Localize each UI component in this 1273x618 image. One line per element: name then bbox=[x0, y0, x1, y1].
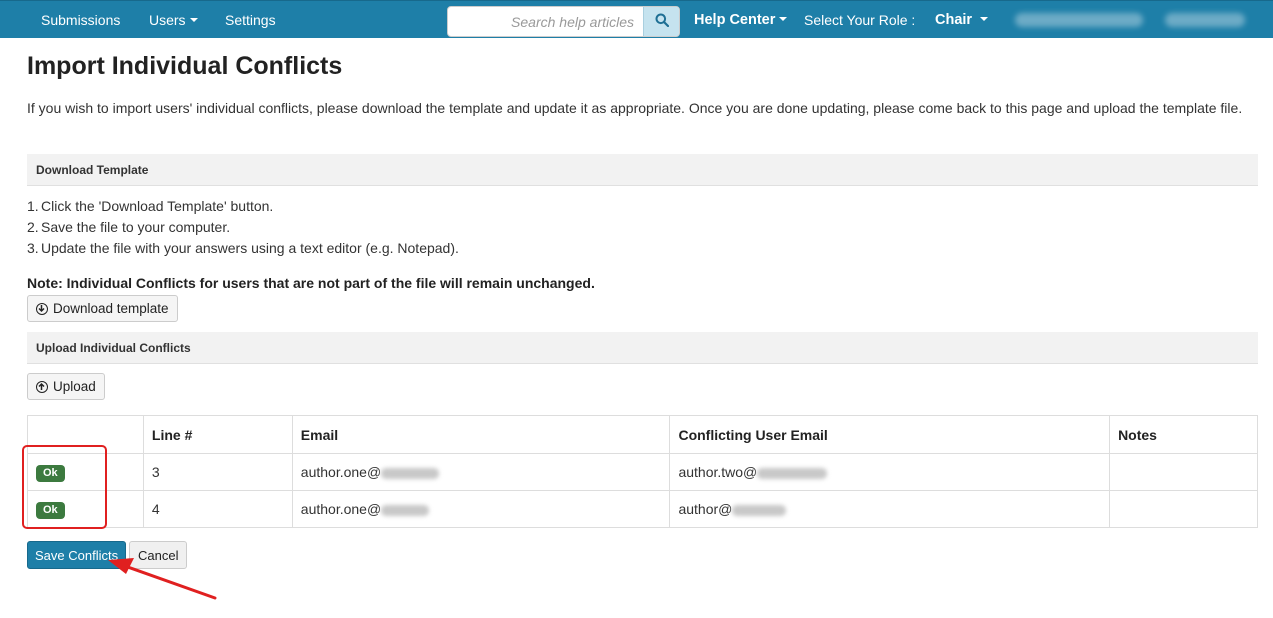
step-item: 1. Click the 'Download Template' button. bbox=[27, 198, 274, 214]
search-input[interactable] bbox=[448, 7, 642, 36]
redacted-domain bbox=[381, 504, 430, 516]
nav-submissions[interactable]: Submissions bbox=[41, 1, 120, 39]
email-cell: author.one@ bbox=[291, 490, 671, 528]
status-highlight-annotation bbox=[22, 445, 107, 529]
download-template-header: Download Template bbox=[27, 154, 1258, 186]
chevron-down-icon bbox=[189, 18, 198, 23]
upload-button[interactable]: Upload bbox=[27, 373, 105, 400]
section-title: Download Template bbox=[36, 163, 149, 177]
search-icon bbox=[655, 13, 670, 30]
user-menu-redacted[interactable] bbox=[1015, 13, 1143, 27]
upload-conflicts-header: Upload Individual Conflicts bbox=[27, 332, 1258, 364]
nav-help-center[interactable]: Help Center bbox=[694, 1, 788, 39]
line-cell: 4 bbox=[142, 490, 293, 528]
line-cell: 3 bbox=[142, 453, 293, 491]
role-dropdown[interactable]: Chair bbox=[935, 1, 989, 39]
nav-settings[interactable]: Settings bbox=[225, 1, 276, 39]
conflicting-email-cell: author@ bbox=[669, 490, 1111, 528]
search-button[interactable] bbox=[643, 7, 679, 36]
nav-users-dropdown[interactable]: Users bbox=[149, 1, 198, 39]
section-title: Upload Individual Conflicts bbox=[36, 341, 191, 355]
top-navbar: Submissions Users Settings Help Center S… bbox=[0, 0, 1273, 38]
step-item: 3. Update the file with your answers usin… bbox=[27, 240, 459, 256]
redacted-domain bbox=[757, 467, 828, 479]
table-header-row: Line # Email Conflicting User Email Note… bbox=[27, 415, 1258, 454]
intro-text: If you wish to import users' individual … bbox=[27, 100, 1243, 116]
column-header: Conflicting User Email bbox=[669, 415, 1111, 454]
instruction-steps: 1. Click the 'Download Template' button. … bbox=[27, 196, 459, 259]
table-row: Ok 4 author.one@ author@ bbox=[27, 490, 1258, 528]
step-item: 2. Save the file to your computer. bbox=[27, 219, 231, 235]
column-header: Email bbox=[291, 415, 671, 454]
help-center-label: Help Center bbox=[694, 12, 776, 28]
help-search bbox=[447, 6, 680, 37]
redacted-domain bbox=[381, 467, 440, 479]
upload-label: Upload bbox=[53, 379, 96, 394]
column-header: Notes bbox=[1109, 415, 1258, 454]
select-role-label: Select Your Role : bbox=[804, 12, 916, 28]
note-text: Note: Individual Conflicts for users tha… bbox=[27, 275, 595, 291]
notes-cell bbox=[1109, 453, 1258, 491]
notes-cell bbox=[1109, 490, 1258, 528]
table-row: Ok 3 author.one@ author.two@ bbox=[27, 453, 1258, 491]
arrow-annotation-icon bbox=[108, 558, 217, 600]
chevron-down-icon bbox=[779, 17, 788, 22]
upload-icon bbox=[36, 380, 48, 393]
email-cell: author.one@ bbox=[291, 453, 671, 491]
download-template-label: Download template bbox=[53, 301, 169, 316]
page-title: Import Individual Conflicts bbox=[27, 52, 343, 80]
account-menu-redacted[interactable] bbox=[1165, 13, 1245, 27]
role-label: Chair bbox=[935, 12, 973, 28]
chevron-down-icon bbox=[980, 17, 989, 22]
download-icon bbox=[36, 302, 48, 315]
column-header: Line # bbox=[142, 415, 293, 454]
redacted-domain bbox=[732, 504, 787, 516]
conflicts-table: Line # Email Conflicting User Email Note… bbox=[27, 415, 1258, 528]
conflicting-email-cell: author.two@ bbox=[669, 453, 1111, 491]
nav-users-label: Users bbox=[149, 12, 186, 28]
download-template-button[interactable]: Download template bbox=[27, 295, 178, 322]
